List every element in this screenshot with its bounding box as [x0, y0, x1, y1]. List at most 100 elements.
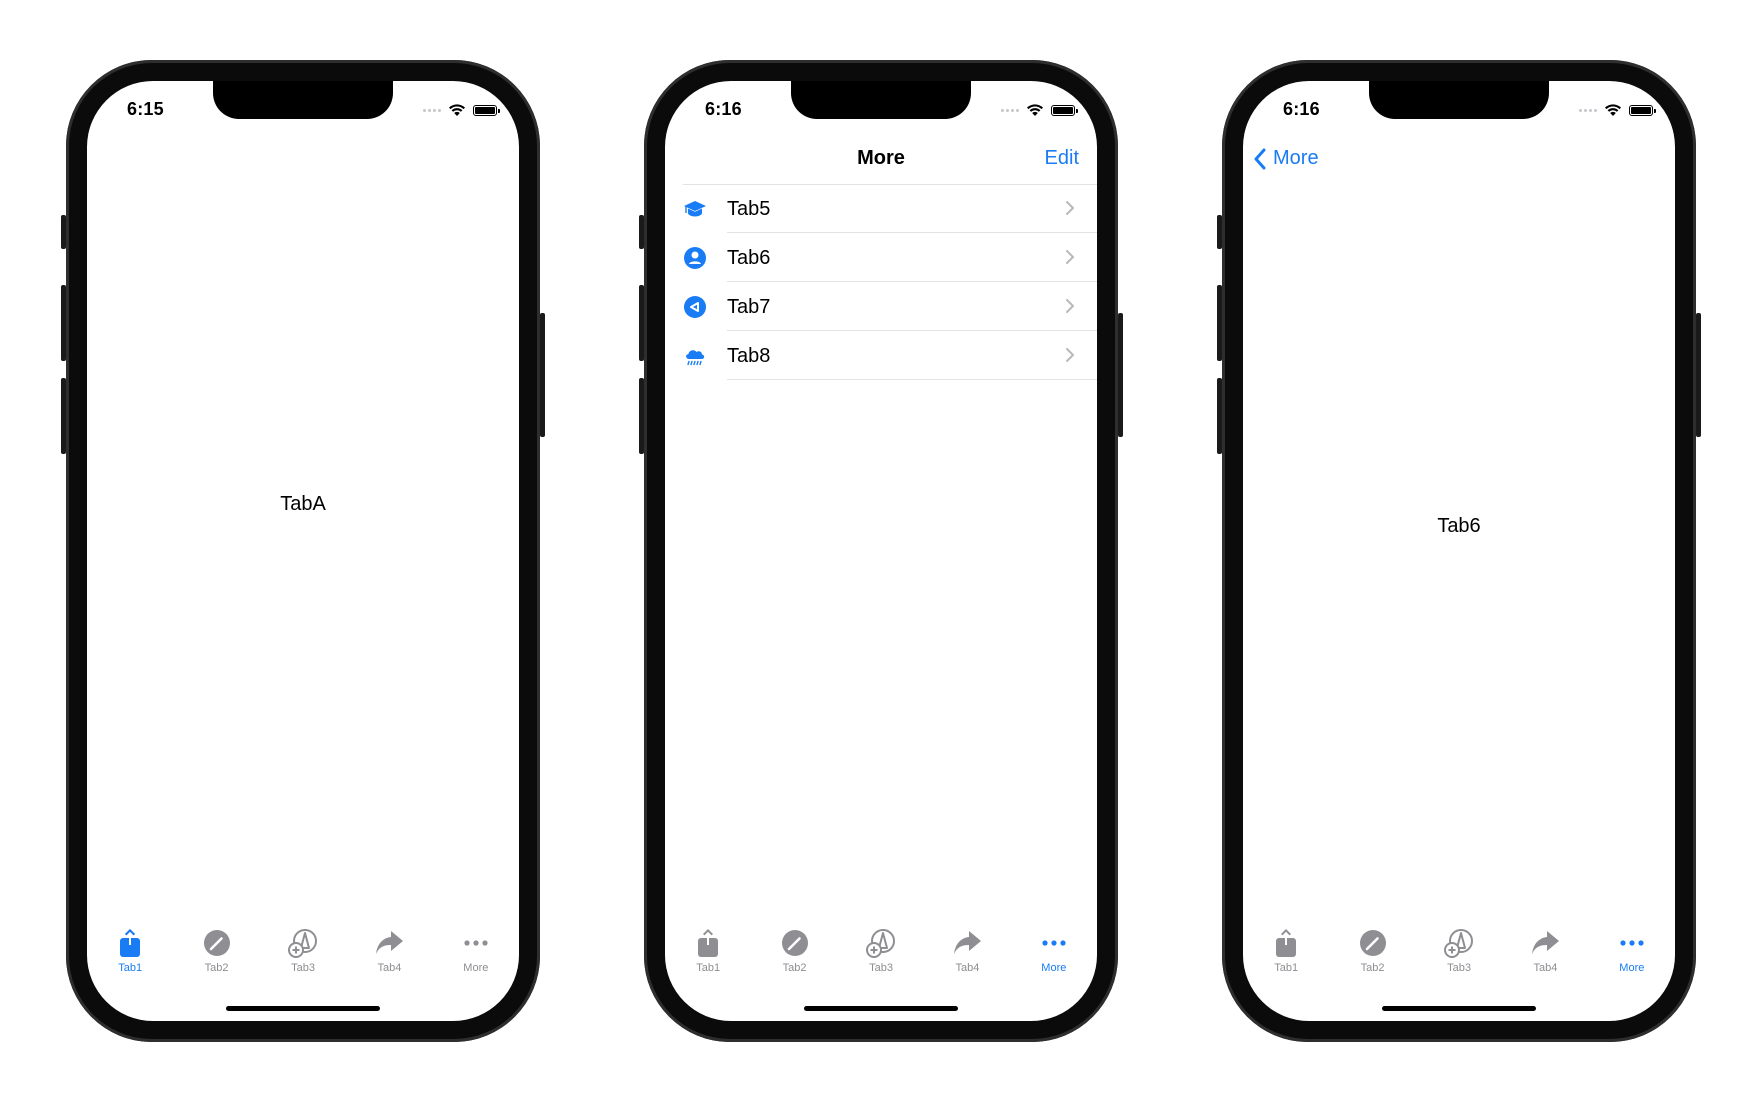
pencil-circle-icon: [203, 930, 230, 956]
chevron-left-icon: [1254, 148, 1266, 169]
ringer-switch: [639, 215, 644, 249]
chevron-right-icon: [1066, 348, 1074, 362]
status-indicators: [423, 101, 500, 119]
highlighter-plus-icon: [288, 929, 318, 958]
list-item-label: Tab5: [727, 198, 771, 220]
volume-up-button: [639, 285, 644, 361]
tab-more[interactable]: More: [433, 927, 519, 987]
tab-label: Tab2: [204, 962, 229, 974]
tab-tab3[interactable]: Tab3: [1416, 927, 1502, 987]
tab-tab4[interactable]: Tab4: [346, 927, 432, 987]
notch: [213, 81, 393, 119]
highlighter-plus-icon: [1444, 929, 1474, 958]
tab-label: Tab1: [1274, 962, 1299, 974]
cellular-signal-icon: [1001, 108, 1019, 112]
ringer-switch: [61, 215, 66, 249]
arrowshape-forward-icon: [376, 931, 404, 954]
tab-label: Tab2: [782, 962, 807, 974]
volume-down-button: [639, 378, 644, 454]
share-icon: [120, 929, 141, 957]
arrow-left-circle-icon: [684, 296, 706, 318]
wifi-icon: [1027, 104, 1043, 116]
tab-more[interactable]: More: [1589, 927, 1675, 987]
ellipsis-icon: [1620, 940, 1644, 946]
status-time: 6:15: [127, 99, 164, 119]
screen-1: 6:15 TabA Tab1 Tab2 Tab3 Tab4 More: [87, 81, 519, 1021]
edit-button[interactable]: Edit: [1045, 147, 1079, 170]
volume-down-button: [61, 378, 66, 454]
content-label: TabA: [280, 493, 326, 515]
cellular-signal-icon: [423, 108, 441, 112]
battery-icon: [1629, 104, 1656, 116]
list-item-tab7[interactable]: Tab7: [665, 282, 1097, 331]
divider: [727, 379, 1097, 380]
tab-tab1[interactable]: Tab1: [87, 927, 173, 987]
status-time: 6:16: [1283, 99, 1320, 119]
person-circle-icon: [684, 247, 706, 269]
list-item-label: Tab7: [727, 296, 771, 318]
tab-label: Tab4: [1533, 962, 1558, 974]
highlighter-plus-icon: [866, 929, 896, 958]
list-item-tab5[interactable]: Tab5: [665, 184, 1097, 233]
volume-up-button: [61, 285, 66, 361]
chevron-right-icon: [1066, 201, 1074, 215]
tab-tab3[interactable]: Tab3: [260, 927, 346, 987]
status-indicators: [1001, 101, 1078, 119]
list-item-label: Tab8: [727, 345, 771, 367]
tab-bar: Tab1 Tab2 Tab3 Tab4 More: [1243, 927, 1675, 987]
tab-tab3[interactable]: Tab3: [838, 927, 924, 987]
chevron-right-icon: [1066, 299, 1074, 313]
battery-icon: [1051, 104, 1078, 116]
tab-tab4[interactable]: Tab4: [1502, 927, 1588, 987]
phone-frame-3: 6:16 More Tab6 Tab1 Tab2 Tab3 Tab4 More: [1217, 60, 1701, 1042]
tab-bar: Tab1 Tab2 Tab3 Tab4 More: [87, 927, 519, 987]
tab-label: Tab4: [377, 962, 402, 974]
side-button: [1118, 313, 1123, 437]
tab-label: Tab1: [118, 962, 143, 974]
notch: [1369, 81, 1549, 119]
home-indicator[interactable]: [804, 1006, 958, 1011]
volume-down-button: [1217, 378, 1222, 454]
ringer-switch: [1217, 215, 1222, 249]
ellipsis-icon: [1042, 940, 1066, 946]
list-item-tab8[interactable]: Tab8: [665, 331, 1097, 380]
chevron-right-icon: [1066, 250, 1074, 264]
back-button[interactable]: More: [1253, 147, 1319, 170]
share-icon: [698, 929, 719, 957]
arrowshape-forward-icon: [954, 931, 982, 954]
tab-tab2[interactable]: Tab2: [173, 927, 259, 987]
screen-2: 6:16 More Edit Tab5 Tab6 Tab7 Tab8 Tab1 …: [665, 81, 1097, 1021]
tab-label: Tab1: [696, 962, 721, 974]
tab-tab2[interactable]: Tab2: [1329, 927, 1415, 987]
tab-bar: Tab1 Tab2 Tab3 Tab4 More: [665, 927, 1097, 987]
side-button: [540, 313, 545, 437]
list-item-tab6[interactable]: Tab6: [665, 233, 1097, 282]
status-time: 6:16: [705, 99, 742, 119]
tab-label: More: [1619, 962, 1645, 974]
notch: [791, 81, 971, 119]
tab-label: More: [1041, 962, 1067, 974]
tab-label: Tab4: [955, 962, 980, 974]
pencil-circle-icon: [781, 930, 808, 956]
tab-tab1[interactable]: Tab1: [1243, 927, 1329, 987]
tab-label: Tab3: [869, 962, 893, 974]
arrowshape-forward-icon: [1532, 931, 1560, 954]
tab-tab2[interactable]: Tab2: [751, 927, 837, 987]
home-indicator[interactable]: [226, 1006, 380, 1011]
side-button: [1696, 313, 1701, 437]
tab-more[interactable]: More: [1011, 927, 1097, 987]
battery-icon: [473, 104, 500, 116]
tab-label: Tab2: [1360, 962, 1385, 974]
tab-tab1[interactable]: Tab1: [665, 927, 751, 987]
tab-label: Tab3: [291, 962, 315, 974]
pencil-circle-icon: [1359, 930, 1386, 956]
tab-tab4[interactable]: Tab4: [924, 927, 1010, 987]
status-indicators: [1579, 101, 1656, 119]
back-button-label: More: [1273, 147, 1319, 169]
wifi-icon: [449, 104, 465, 116]
cellular-signal-icon: [1579, 108, 1597, 112]
home-indicator[interactable]: [1382, 1006, 1536, 1011]
nav-title: More: [857, 147, 905, 169]
tab-label: Tab3: [1447, 962, 1471, 974]
phone-frame-1: 6:15 TabA Tab1 Tab2 Tab3 Tab4 More: [61, 60, 545, 1042]
